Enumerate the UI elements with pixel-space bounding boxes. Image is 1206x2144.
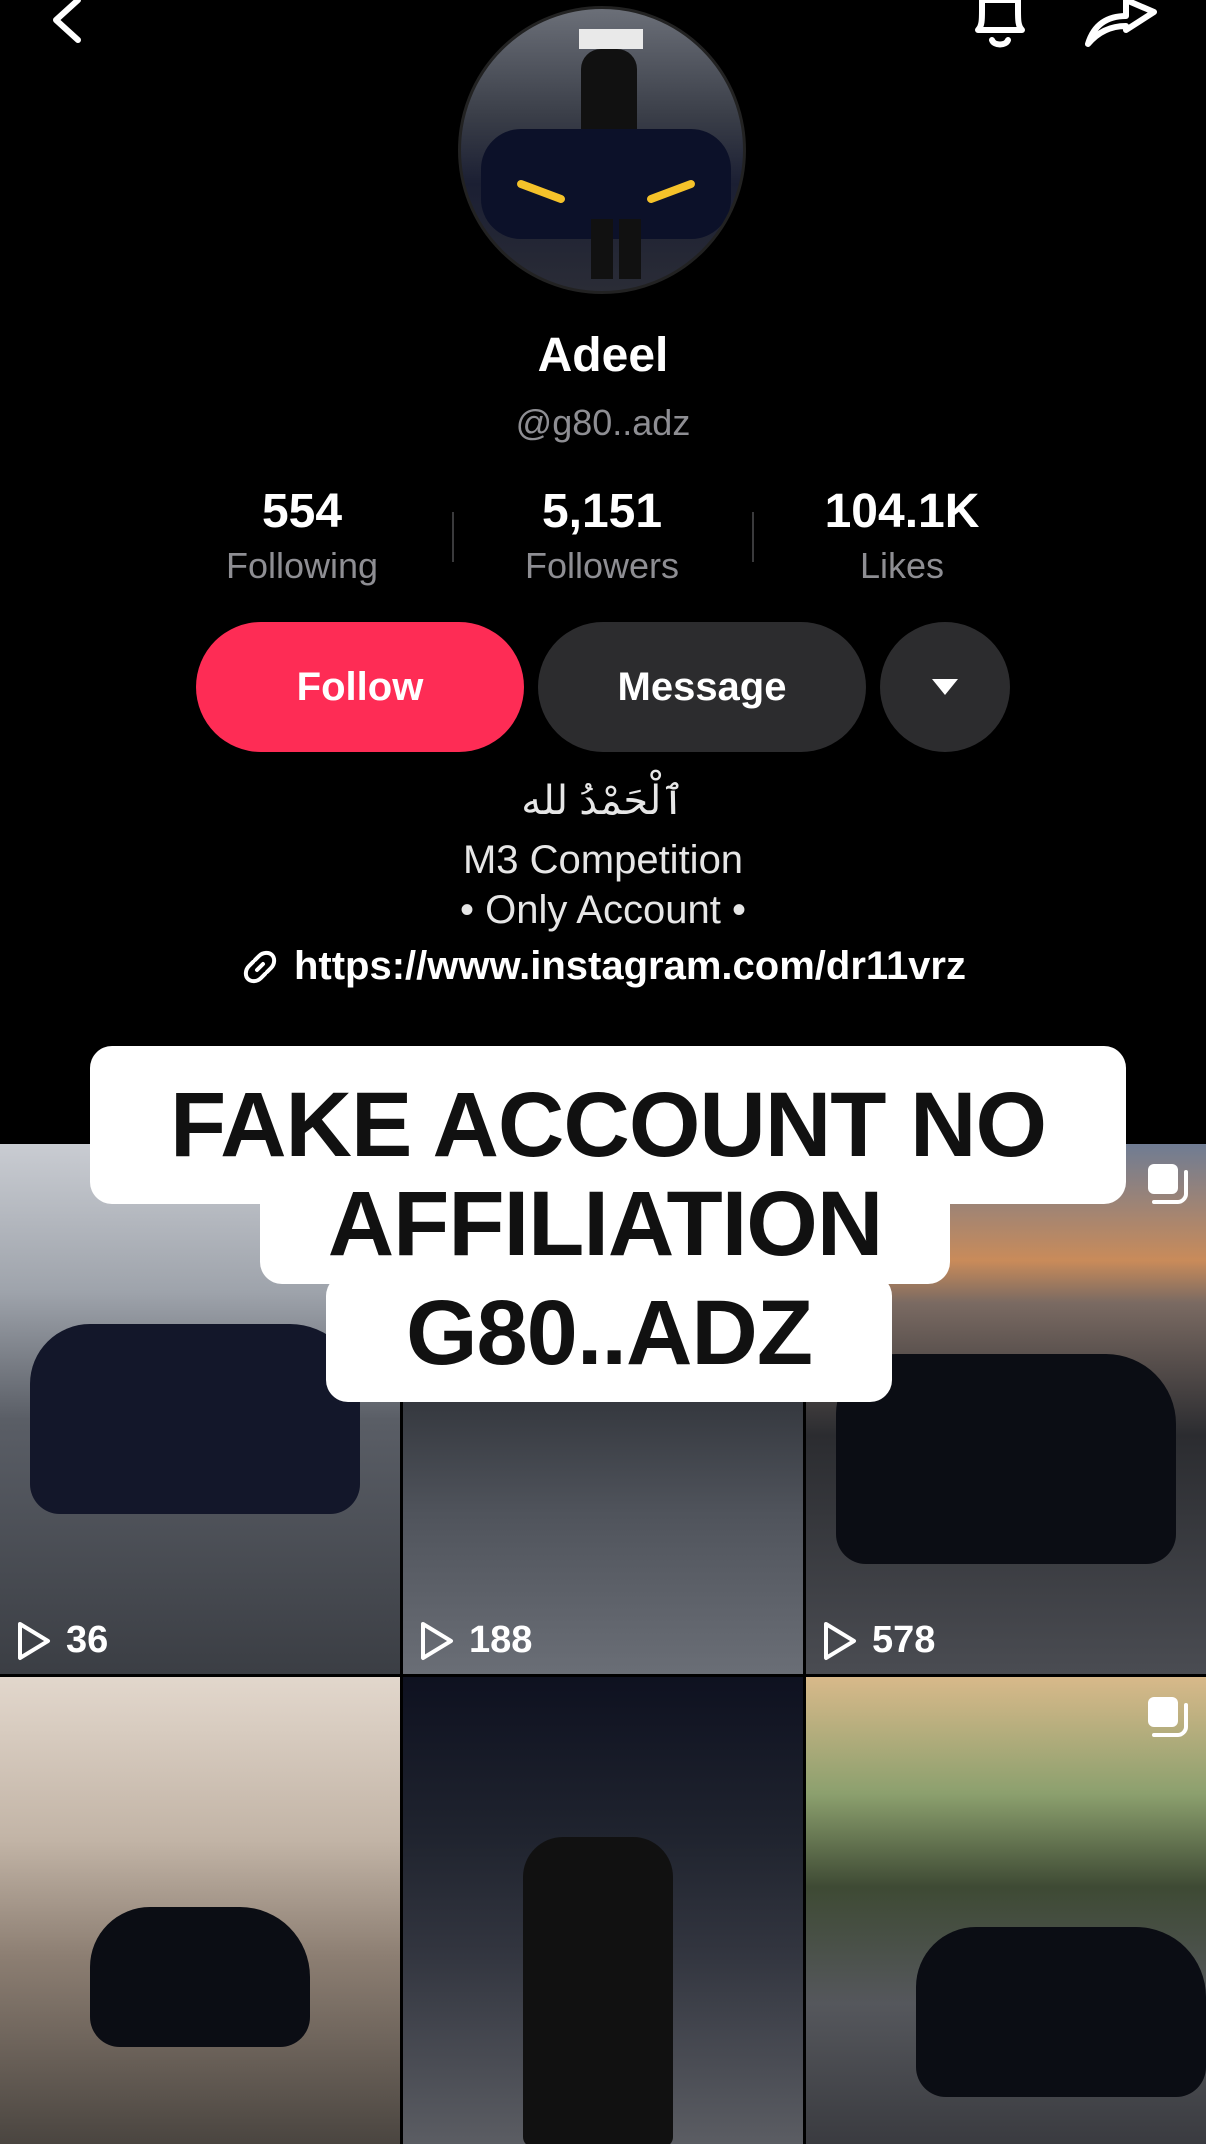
overlay-line: G80..ADZ bbox=[326, 1274, 892, 1402]
bio-link-text: https://www.instagram.com/dr11vrz bbox=[293, 944, 966, 988]
play-count-value: 578 bbox=[872, 1619, 936, 1661]
bio-line: M3 Competition bbox=[462, 838, 744, 882]
play-icon bbox=[18, 1621, 50, 1660]
share-icon[interactable] bbox=[1084, 0, 1158, 50]
stat-following[interactable]: 554 Following bbox=[182, 484, 422, 587]
video-thumbnail[interactable] bbox=[403, 1677, 803, 2144]
stat-likes: 104.1K Likes bbox=[782, 484, 1022, 587]
dropdown-icon bbox=[932, 679, 958, 695]
person-image bbox=[523, 1837, 673, 2144]
profile-name: Adeel bbox=[537, 329, 669, 382]
profile-handle: @g80..adz bbox=[515, 402, 691, 443]
bio-link[interactable]: https://www.instagram.com/dr11vrz bbox=[0, 944, 1206, 989]
profile-avatar bbox=[458, 6, 746, 294]
link-icon bbox=[243, 950, 277, 983]
play-count-value: 188 bbox=[469, 1619, 533, 1661]
overlay-text: AFFILIATION bbox=[327, 1173, 884, 1275]
stat-value: 104.1K bbox=[824, 485, 980, 538]
car-image bbox=[90, 1907, 310, 2047]
stat-label: Following bbox=[225, 545, 379, 586]
video-thumbnail[interactable] bbox=[0, 1677, 400, 2144]
overlay-text: G80..ADZ bbox=[405, 1282, 813, 1384]
multi-photo-icon bbox=[1144, 1695, 1188, 1744]
play-count-value: 36 bbox=[66, 1619, 109, 1661]
stat-value: 5,151 bbox=[541, 485, 663, 538]
stat-divider bbox=[452, 512, 454, 562]
bio-arabic: ٱلْحَمْدُ لله bbox=[521, 779, 685, 823]
overlay-line: AFFILIATION bbox=[260, 1164, 950, 1284]
stat-value: 554 bbox=[261, 485, 343, 538]
profile-stats: 554 Following 5,151 Followers 104.1K Lik… bbox=[0, 484, 1206, 594]
bell-icon[interactable] bbox=[968, 0, 1032, 50]
play-icon bbox=[824, 1621, 856, 1660]
play-count: 578 bbox=[822, 1619, 935, 1662]
play-count: 36 bbox=[16, 1619, 108, 1662]
play-icon bbox=[421, 1621, 453, 1660]
follow-button[interactable]: Follow bbox=[196, 622, 524, 752]
overlay-caption: FAKE ACCOUNT NO AFFILIATION G80..ADZ bbox=[0, 1046, 1206, 1446]
stat-label: Likes bbox=[859, 545, 945, 586]
video-thumbnail[interactable] bbox=[806, 1677, 1206, 2144]
back-icon[interactable] bbox=[44, 0, 94, 50]
car-image bbox=[916, 1927, 1206, 2097]
overlay-text: FAKE ACCOUNT NO bbox=[169, 1074, 1047, 1176]
message-button[interactable]: Message bbox=[538, 622, 866, 752]
more-options-button[interactable] bbox=[880, 622, 1010, 752]
stat-label: Followers bbox=[524, 545, 680, 586]
bio-line: • Only Account • bbox=[460, 888, 746, 932]
play-count: 188 bbox=[419, 1619, 532, 1662]
stat-divider bbox=[752, 512, 754, 562]
stat-followers[interactable]: 5,151 Followers bbox=[482, 484, 722, 587]
